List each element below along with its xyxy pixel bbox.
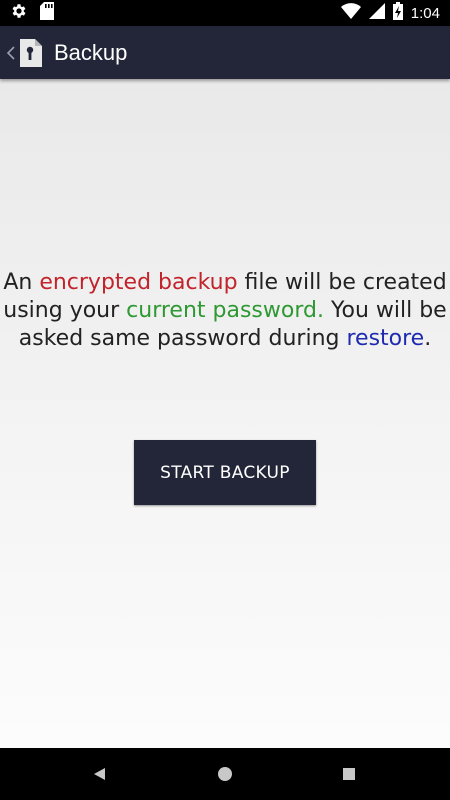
status-time: 1:04 bbox=[410, 4, 440, 22]
status-right: 1:04 bbox=[340, 1, 440, 25]
status-left bbox=[10, 1, 54, 25]
lock-file-icon[interactable] bbox=[20, 38, 42, 68]
message-text: An bbox=[3, 270, 40, 295]
battery-charging-icon bbox=[392, 1, 403, 25]
gear-icon bbox=[10, 2, 28, 25]
restore-highlight: restore bbox=[346, 326, 425, 351]
sd-card-icon bbox=[40, 1, 54, 25]
page-title: Backup bbox=[54, 39, 128, 65]
system-nav-bar bbox=[0, 748, 450, 800]
chevron-left-icon[interactable] bbox=[2, 26, 20, 79]
recents-square-icon[interactable] bbox=[319, 748, 379, 800]
backup-message: An encrypted backup file will be created… bbox=[0, 269, 450, 353]
signal-icon bbox=[368, 2, 385, 24]
back-triangle-icon[interactable] bbox=[70, 748, 130, 800]
wifi-icon bbox=[340, 2, 361, 24]
start-backup-button[interactable]: START BACKUP bbox=[134, 440, 316, 505]
encrypted-backup-highlight: encrypted backup bbox=[39, 270, 238, 295]
main-content: An encrypted backup file will be created… bbox=[0, 79, 450, 748]
current-password-highlight: current password. bbox=[126, 298, 324, 323]
app-bar: Backup bbox=[0, 26, 450, 79]
home-circle-icon[interactable] bbox=[195, 748, 255, 800]
status-bar: 1:04 bbox=[0, 0, 450, 26]
message-text: . bbox=[424, 326, 432, 351]
